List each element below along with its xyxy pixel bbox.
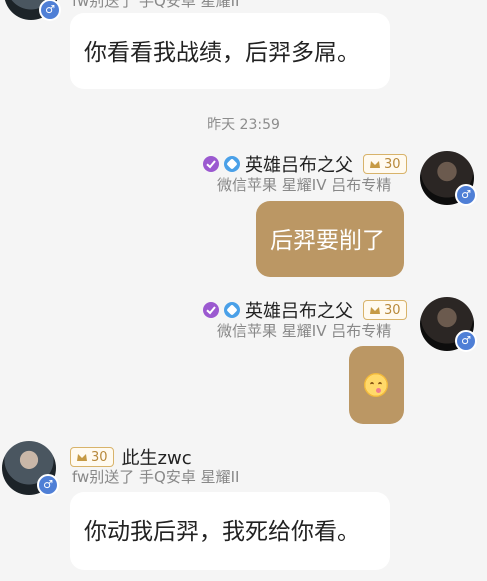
level-value: 30 — [384, 156, 401, 172]
sender-meta: 微信苹果 星耀IV 吕布专精 — [217, 176, 392, 194]
crown-icon — [77, 454, 87, 461]
user-avatar[interactable]: ♂ — [2, 441, 59, 496]
sender-avatar[interactable]: ♂ — [420, 297, 477, 352]
message-bubble-outgoing[interactable]: 后羿要削了 — [256, 201, 404, 277]
level-badge: 30 — [70, 447, 114, 467]
message-text: 你动我后羿，我死给你看。 — [84, 519, 360, 545]
level-value: 30 — [91, 449, 108, 465]
male-icon: ♂ — [455, 184, 477, 206]
crown-icon — [370, 307, 380, 314]
chat-screen: ♂ fw别送了 手Q安卓 星耀II 你看看我战绩，后羿多屌。 昨天 23:59 … — [0, 0, 487, 581]
male-icon: ♂ — [39, 0, 61, 21]
message-text: 后羿要削了 — [270, 228, 385, 254]
user-avatar[interactable]: ♂ — [4, 0, 61, 21]
message-bubble-incoming[interactable]: 你看看我战绩，后羿多屌。 — [70, 13, 390, 89]
sender-meta: fw别送了 手Q安卓 星耀II — [72, 468, 240, 486]
crown-icon — [370, 161, 380, 168]
smiling-tongue-emoji — [364, 373, 388, 397]
level-badge: 30 — [363, 300, 407, 320]
sender-meta: 微信苹果 星耀IV 吕布专精 — [217, 322, 392, 340]
level-value: 30 — [384, 302, 401, 318]
male-icon: ♂ — [455, 330, 477, 352]
compass-icon — [224, 156, 240, 172]
level-badge: 30 — [363, 154, 407, 174]
message-text: 你看看我战绩，后羿多屌。 — [84, 40, 360, 66]
sender-meta: fw别送了 手Q安卓 星耀II — [72, 0, 240, 10]
male-icon: ♂ — [37, 474, 59, 496]
message-bubble-incoming[interactable]: 你动我后羿，我死给你看。 — [70, 492, 390, 570]
verified-badge-icon — [203, 156, 219, 172]
compass-icon — [224, 302, 240, 318]
sender-avatar[interactable]: ♂ — [420, 151, 477, 206]
verified-badge-icon — [203, 302, 219, 318]
message-timestamp: 昨天 23:59 — [207, 117, 280, 133]
